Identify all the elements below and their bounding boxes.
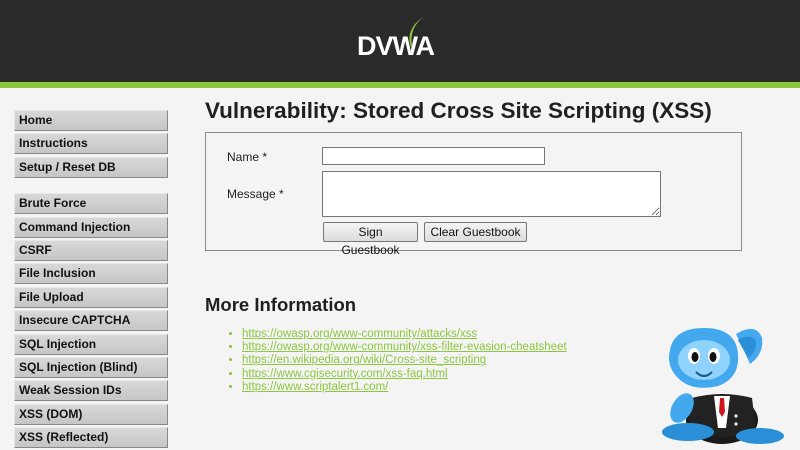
menu-item-file-upload[interactable]: File Upload — [14, 286, 168, 308]
name-label: Name * — [227, 150, 268, 164]
link-owasp-filter-evasion[interactable]: https://owasp.org/www-community/xss-filt… — [242, 341, 567, 353]
guestbook-form: Name * Message * Sign Guestbook Clear Gu… — [205, 132, 742, 257]
menu-item-brute-force[interactable]: Brute Force — [14, 193, 168, 215]
page-title: Vulnerability: Stored Cross Site Scripti… — [205, 98, 712, 123]
link-scriptalert1[interactable]: https://www.scriptalert1.com/ — [242, 381, 388, 393]
list-item: https://en.wikipedia.org/wiki/Cross-site… — [242, 354, 567, 367]
menu-item-csrf[interactable]: CSRF — [14, 239, 168, 261]
menu-item-insecure-captcha[interactable]: Insecure CAPTCHA — [14, 310, 168, 332]
message-label: Message * — [227, 187, 284, 201]
menu-item-sql-injection[interactable]: SQL Injection — [14, 333, 168, 355]
list-item: https://www.scriptalert1.com/ — [242, 381, 567, 394]
menu-item-file-inclusion[interactable]: File Inclusion — [14, 263, 168, 285]
more-info-links: https://owasp.org/www-community/attacks/… — [226, 328, 567, 394]
menu-item-xss-dom[interactable]: XSS (DOM) — [14, 403, 168, 425]
sidebar-menu: Home Instructions Setup / Reset DB Brute… — [14, 110, 168, 450]
menu-item-command-injection[interactable]: Command Injection — [14, 216, 168, 238]
name-input[interactable] — [322, 147, 545, 165]
link-owasp-xss[interactable]: https://owasp.org/www-community/attacks/… — [242, 328, 477, 340]
dvwa-logo-text: DVWA — [357, 31, 435, 61]
list-item: https://owasp.org/www-community/xss-filt… — [242, 341, 567, 354]
menu-item-setup[interactable]: Setup / Reset DB — [14, 156, 168, 178]
dvwa-logo-icon[interactable]: DVWA — [355, 10, 445, 72]
link-cgisecurity-faq[interactable]: https://www.cgisecurity.com/xss-faq.html — [242, 368, 448, 380]
list-item: https://owasp.org/www-community/attacks/… — [242, 328, 567, 341]
header-bar: DVWA — [0, 0, 800, 82]
menu-item-weak-session-ids[interactable]: Weak Session IDs — [14, 380, 168, 402]
menu-item-home[interactable]: Home — [14, 110, 168, 131]
clear-guestbook-button[interactable]: Clear Guestbook — [424, 222, 527, 242]
link-wikipedia-xss[interactable]: https://en.wikipedia.org/wiki/Cross-site… — [242, 354, 486, 366]
list-item: https://www.cgisecurity.com/xss-faq.html — [242, 368, 567, 381]
menu-item-instructions[interactable]: Instructions — [14, 133, 168, 155]
header-accent-line — [0, 82, 800, 88]
menu-separator — [14, 180, 168, 193]
menu-item-xss-reflected[interactable]: XSS (Reflected) — [14, 427, 168, 449]
sign-guestbook-button[interactable]: Sign Guestbook — [323, 222, 418, 257]
message-textarea[interactable] — [322, 171, 661, 217]
menu-item-sql-injection-blind[interactable]: SQL Injection (Blind) — [14, 356, 168, 378]
more-information-heading: More Information — [205, 294, 357, 315]
mascot-icon — [662, 328, 784, 444]
